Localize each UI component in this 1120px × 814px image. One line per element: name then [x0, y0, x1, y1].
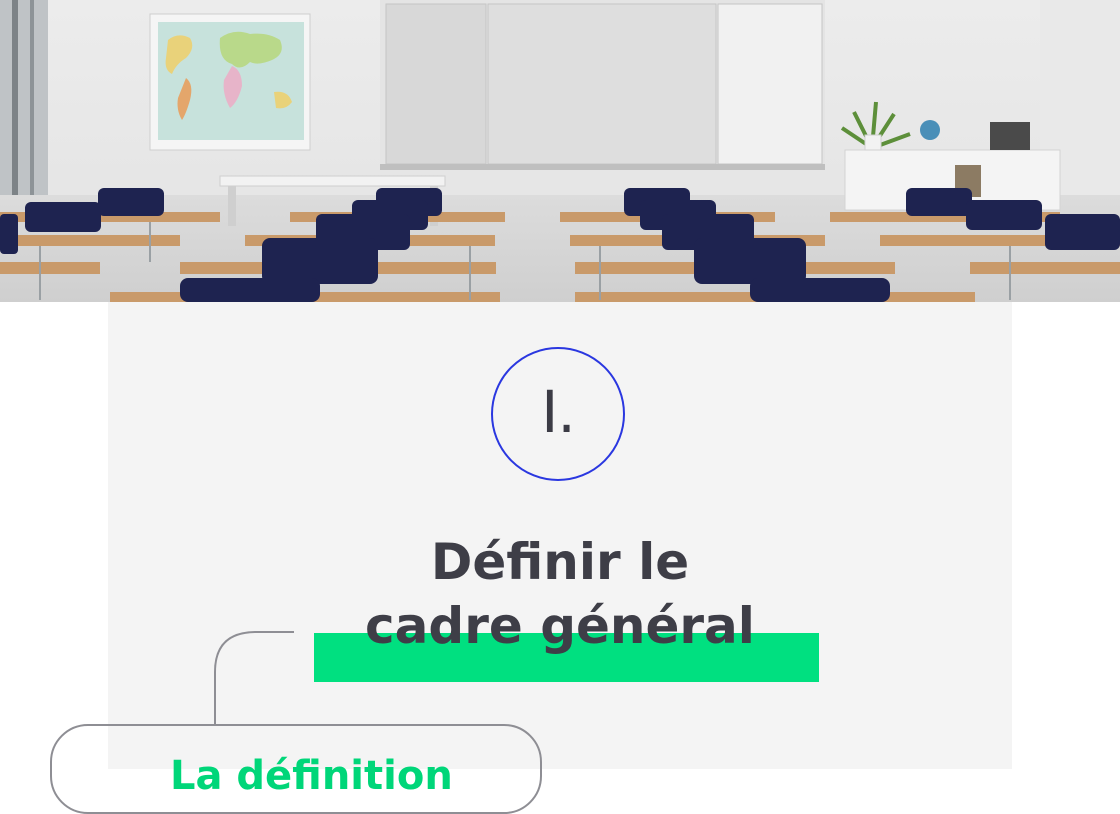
card-heading: La définition: [170, 753, 453, 799]
section-numeral: I.: [541, 378, 576, 446]
classroom-illustration: [0, 0, 1120, 302]
connector-line: [214, 631, 294, 725]
classroom-photo: [0, 0, 1120, 302]
circle-numeral-badge: I.: [491, 347, 625, 481]
section-title-line1: Définir le: [430, 533, 690, 591]
